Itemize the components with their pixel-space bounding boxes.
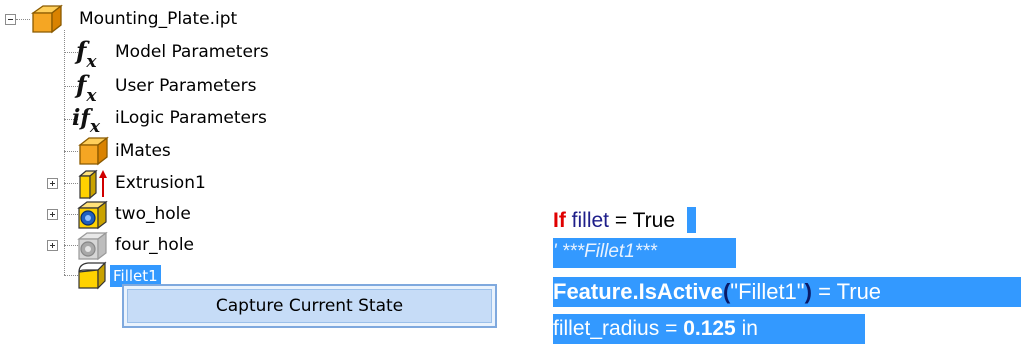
tree-item-model-parameters[interactable]: Model Parameters	[115, 41, 269, 63]
collapse-toggle[interactable]	[5, 14, 16, 25]
part-file-icon	[30, 4, 63, 34]
code-comment: ' ***Fillet1***	[553, 241, 657, 262]
menu-item-capture-current-state[interactable]: Capture Current State	[127, 289, 492, 323]
fx-icon: fx	[76, 70, 97, 106]
text-cursor-highlight	[686, 207, 696, 233]
extrusion-icon	[78, 169, 107, 200]
code-line: Feature.IsActive("Fillet1") = True	[553, 277, 1021, 307]
imates-cube-icon	[78, 136, 109, 166]
expand-toggle[interactable]	[47, 178, 58, 189]
tree-item-user-parameters[interactable]: User Parameters	[115, 75, 256, 97]
hole-feature-suppressed-icon	[77, 231, 108, 261]
tree-item-four-hole[interactable]: four_hole	[115, 234, 194, 256]
expand-toggle[interactable]	[47, 240, 58, 251]
tree-item-imates[interactable]: iMates	[115, 140, 171, 162]
tree-connector	[64, 30, 65, 275]
tree-item-extrusion1[interactable]: Extrusion1	[115, 172, 206, 194]
tree-connector	[64, 151, 78, 152]
fx-icon: fx	[76, 36, 97, 72]
hole-feature-icon	[77, 200, 108, 230]
code-text: = True	[818, 279, 882, 304]
fillet-icon	[78, 261, 107, 290]
ilogic-fx-icon: ifx	[72, 105, 100, 138]
code-paren: )	[804, 279, 812, 304]
code-keyword: If	[553, 209, 566, 232]
code-string: "Fillet1"	[730, 279, 805, 304]
context-menu: Capture Current State	[122, 284, 497, 328]
code-number: 0.125	[683, 317, 736, 340]
code-text: = True	[614, 209, 675, 232]
tree-connector	[16, 19, 30, 20]
tree-item-ilogic-parameters[interactable]: iLogic Parameters	[115, 107, 267, 129]
code-unit: in	[741, 317, 758, 340]
code-line: fillet_radius = 0.125 in	[553, 314, 865, 344]
ilogic-code-snippet: If fillet = True ' ***Fillet1*** Feature…	[553, 204, 1021, 347]
tree-root-label[interactable]: Mounting_Plate.ipt	[79, 8, 237, 30]
model-browser-tree: Mounting_Plate.ipt fx Model Parameters f…	[0, 0, 520, 347]
code-object: Feature.IsActive	[553, 279, 723, 304]
code-variable: fillet	[571, 209, 610, 232]
code-variable: fillet_radius	[553, 317, 660, 340]
code-line: ' ***Fillet1***	[553, 238, 736, 268]
code-line: If fillet = True	[553, 207, 696, 237]
tree-item-two-hole[interactable]: two_hole	[115, 203, 191, 225]
expand-toggle[interactable]	[47, 209, 58, 220]
code-text: =	[665, 317, 678, 340]
